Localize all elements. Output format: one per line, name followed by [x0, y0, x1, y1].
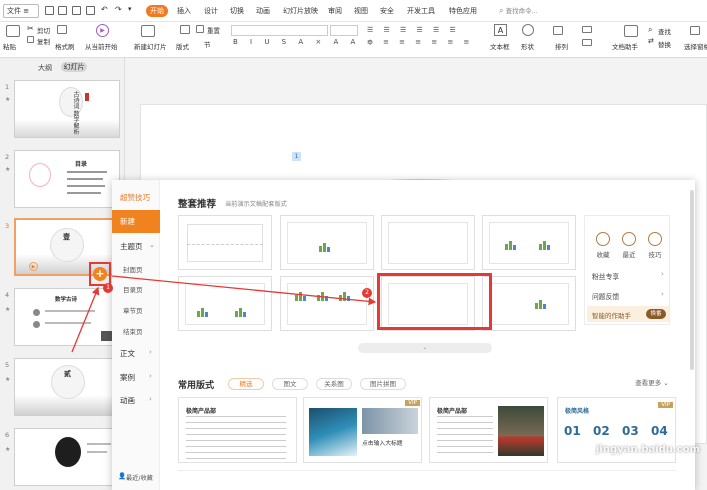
annotation-arrows	[71, 275, 377, 353]
watermark: jingyan.baidu.com	[596, 444, 700, 455]
arrow-to-layout	[111, 275, 377, 306]
wps-presentation-window: 文件 ≡ ↶ ↷ ▾ 开始 插入 设计 切换 动画 幻灯片放映 审阅 视图 安全…	[0, 0, 707, 490]
arrow-to-plus	[71, 286, 100, 353]
